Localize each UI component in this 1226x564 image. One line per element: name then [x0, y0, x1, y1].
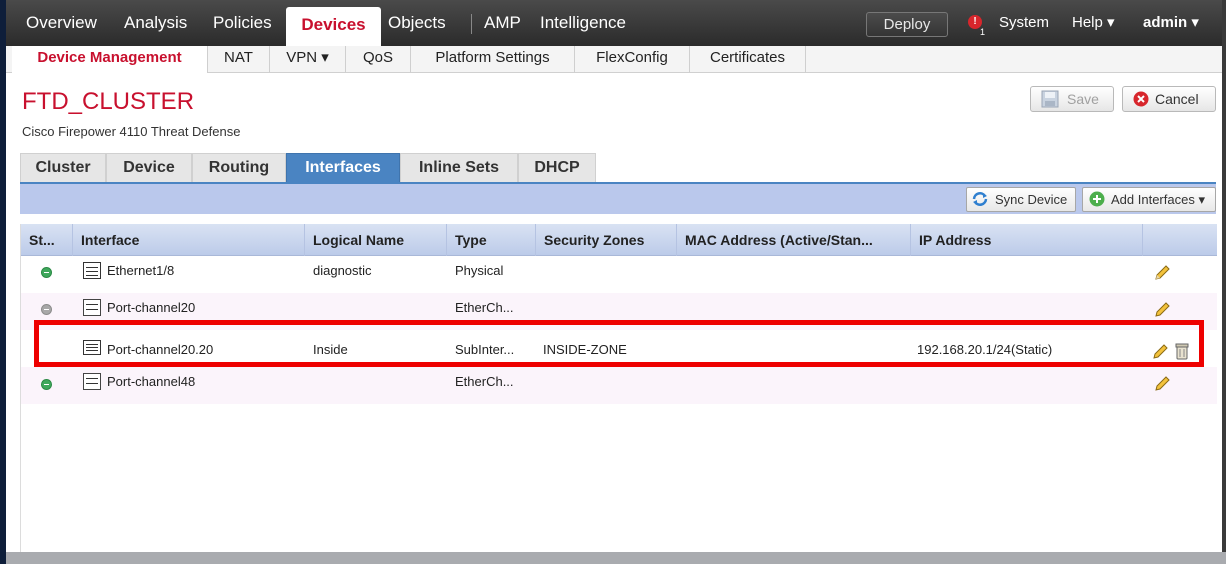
user-menu[interactable]: admin ▾	[1143, 10, 1199, 36]
edit-pencil-icon[interactable]	[1153, 375, 1171, 393]
add-interfaces-button[interactable]: Add Interfaces ▾	[1082, 187, 1216, 212]
col-mac-address[interactable]: MAC Address (Active/Stan...	[677, 224, 911, 256]
tab-routing[interactable]: Routing	[192, 153, 286, 183]
subnav-certificates[interactable]: Certificates	[690, 46, 806, 73]
add-interfaces-label: Add Interfaces ▾	[1111, 192, 1205, 207]
deploy-button[interactable]: Deploy	[866, 12, 948, 37]
save-icon	[1041, 90, 1059, 108]
sync-device-button[interactable]: Sync Device	[966, 187, 1076, 212]
subnav-platform-settings[interactable]: Platform Settings	[411, 46, 575, 73]
page-title: FTD_CLUSTER	[22, 88, 195, 115]
app-window: Overview Analysis Policies Devices Objec…	[6, 0, 1226, 552]
physical-interface-icon	[83, 262, 101, 279]
nav-overview[interactable]: Overview	[26, 10, 97, 36]
interfaces-toolbar: Sync Device Add Interfaces ▾	[20, 184, 1216, 214]
nav-analysis[interactable]: Analysis	[124, 10, 187, 36]
status-up-icon	[41, 267, 52, 278]
interface-type: Physical	[455, 263, 504, 278]
nav-devices[interactable]: Devices	[286, 7, 381, 47]
save-button[interactable]: Save	[1030, 86, 1114, 112]
page-subtitle: Cisco Firepower 4110 Threat Defense	[22, 124, 241, 139]
nav-devices-label: Devices	[301, 15, 366, 34]
cancel-button[interactable]: Cancel	[1122, 86, 1216, 112]
nav-intelligence[interactable]: Intelligence	[540, 10, 626, 36]
status-down-icon	[41, 304, 52, 315]
tab-interfaces[interactable]: Interfaces	[286, 153, 400, 183]
logical-name: diagnostic	[313, 263, 372, 278]
edit-pencil-icon[interactable]	[1153, 301, 1171, 319]
nav-policies[interactable]: Policies	[213, 10, 272, 36]
tab-inline-sets[interactable]: Inline Sets	[400, 153, 518, 183]
cancel-label: Cancel	[1155, 91, 1199, 107]
tab-cluster[interactable]: Cluster	[20, 153, 106, 183]
alert-count: 1	[980, 27, 986, 37]
table-header: St... Interface Logical Name Type Securi…	[21, 224, 1217, 256]
col-type[interactable]: Type	[447, 224, 536, 256]
top-nav: Overview Analysis Policies Devices Objec…	[6, 0, 1222, 47]
subnav-vpn[interactable]: VPN ▾	[270, 46, 346, 73]
col-ip-address[interactable]: IP Address	[911, 224, 1143, 256]
status-up-icon	[41, 379, 52, 390]
tab-device[interactable]: Device	[106, 153, 192, 183]
subnav-device-management[interactable]: Device Management	[12, 46, 208, 73]
add-icon	[1089, 191, 1105, 207]
help-menu[interactable]: Help ▾	[1072, 10, 1115, 36]
col-security-zones[interactable]: Security Zones	[536, 224, 677, 256]
subnav-qos[interactable]: QoS	[346, 46, 411, 73]
interface-type: EtherCh...	[455, 374, 514, 389]
col-status[interactable]: St...	[21, 224, 73, 256]
col-interface[interactable]: Interface	[73, 224, 305, 256]
nav-amp[interactable]: AMP	[484, 10, 521, 36]
col-actions	[1143, 224, 1217, 256]
edit-pencil-icon[interactable]	[1153, 264, 1171, 282]
table-row[interactable]: Port-channel48 EtherCh...	[21, 367, 1217, 404]
tab-dhcp[interactable]: DHCP	[518, 153, 596, 183]
interfaces-table: St... Interface Logical Name Type Securi…	[20, 224, 1217, 552]
etherchannel-icon	[83, 299, 101, 316]
etherchannel-icon	[83, 373, 101, 390]
interface-name: Port-channel48	[107, 374, 196, 389]
sync-icon	[972, 192, 988, 206]
save-label: Save	[1067, 91, 1099, 107]
sync-device-label: Sync Device	[995, 192, 1068, 207]
cancel-icon	[1133, 91, 1149, 107]
subnav-nat[interactable]: NAT	[208, 46, 270, 73]
nav-separator	[471, 14, 472, 34]
subnav-flexconfig[interactable]: FlexConfig	[575, 46, 690, 73]
highlight-box	[34, 320, 1204, 367]
sub-nav: Device Management NAT VPN ▾ QoS Platform…	[6, 46, 1222, 73]
system-menu[interactable]: System	[999, 10, 1049, 36]
interface-name: Ethernet1/8	[107, 263, 175, 278]
nav-objects[interactable]: Objects	[388, 10, 446, 36]
col-logical-name[interactable]: Logical Name	[305, 224, 447, 256]
table-row[interactable]: Ethernet1/8 diagnostic Physical	[21, 256, 1217, 293]
